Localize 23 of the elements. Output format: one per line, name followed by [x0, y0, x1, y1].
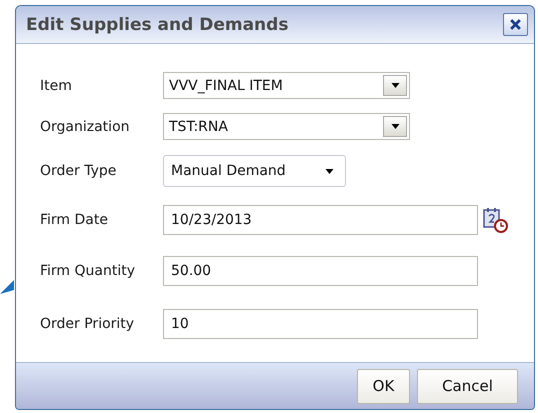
select-field[interactable]: VVV_FINAL ITEM [163, 72, 410, 99]
dropdown-field[interactable]: Manual Demand [163, 155, 346, 187]
caret-icon [390, 81, 400, 90]
field-label: Item [40, 76, 73, 94]
cancel-button[interactable]: Cancel [417, 368, 518, 404]
field-label: Organization [40, 118, 131, 136]
date-field[interactable]: 10/23/2013 [163, 204, 478, 234]
field-label: Order Priority [40, 314, 136, 332]
caret-icon [324, 166, 335, 176]
close-icon [509, 18, 522, 31]
select-field[interactable]: TST:RNA [163, 113, 410, 140]
dropdown-button[interactable] [383, 75, 407, 96]
input-field[interactable]: 10 [163, 308, 478, 338]
field-label: Order Type [40, 162, 118, 180]
dropdown-button[interactable] [383, 116, 407, 137]
calendar-clock-icon[interactable] [482, 206, 508, 232]
field-label: Firm Quantity [40, 262, 136, 280]
close-button[interactable] [503, 13, 528, 36]
input-field[interactable]: 50.00 [163, 256, 478, 286]
field-label: Firm Date [40, 210, 109, 228]
dialog-title: Edit Supplies and Demands [26, 14, 288, 34]
ok-button[interactable]: OK [357, 368, 410, 404]
caret-icon [390, 122, 400, 131]
